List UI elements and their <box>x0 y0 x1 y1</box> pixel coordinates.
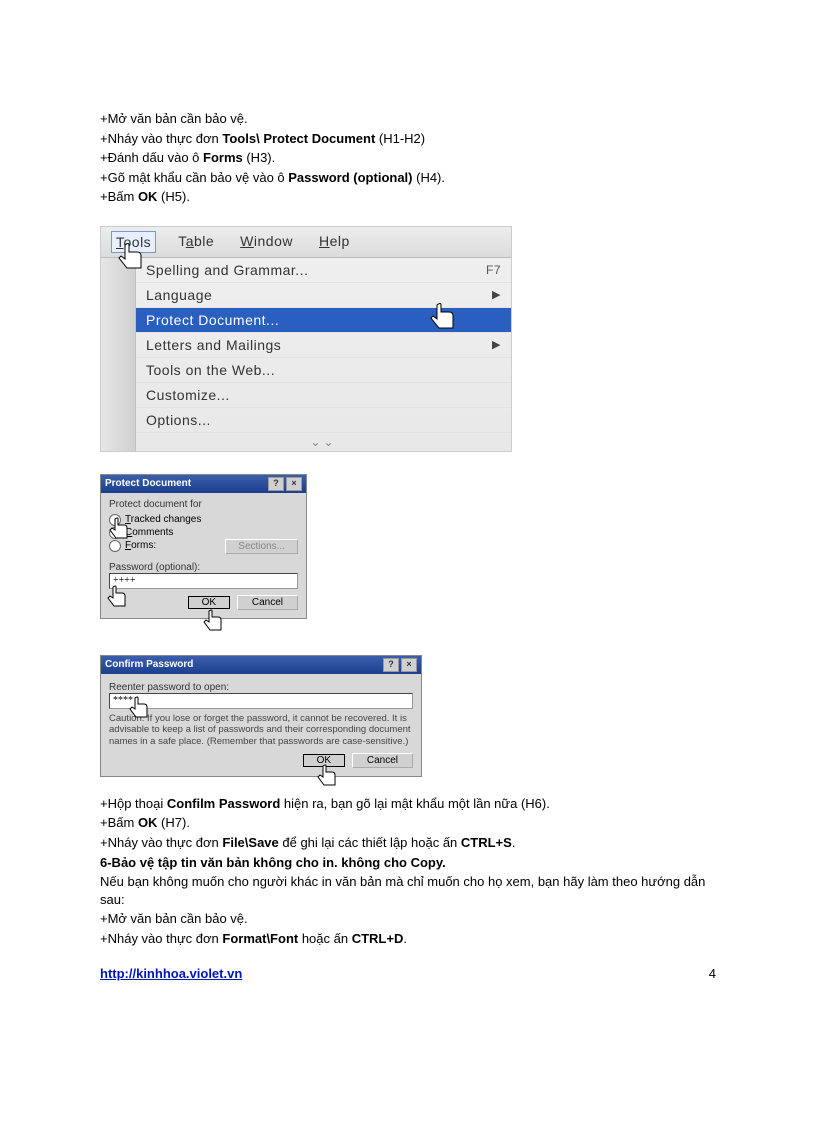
reenter-label: Reenter password to open: <box>109 682 413 693</box>
help-button[interactable]: ? <box>268 477 284 491</box>
help-button[interactable]: ? <box>383 658 399 672</box>
instructions-block-1: +Mở văn bản cần bảo vệ. +Nháy vào thực đ… <box>100 110 716 206</box>
footer-link[interactable]: http://kinhhoa.violet.vn <box>100 966 242 981</box>
menubar-help[interactable]: Help <box>315 231 354 253</box>
sections-button[interactable]: Sections... <box>225 539 298 554</box>
radio-comments[interactable]: Comments <box>109 527 298 539</box>
instr-line3: +Đánh dấu vào ô Forms (H3). <box>100 149 716 167</box>
menu-gutter <box>101 258 136 451</box>
menu-expand-chevron-icon[interactable]: ⌄⌄ <box>136 433 511 451</box>
menubar-tools[interactable]: Tools <box>111 231 156 253</box>
menu-item-customize[interactable]: Customize... <box>136 383 511 408</box>
reenter-password-input[interactable] <box>109 693 413 709</box>
section6-l2: +Mở văn bản cần bảo vệ. <box>100 910 716 928</box>
cancel-button[interactable]: Cancel <box>237 595 298 610</box>
close-button[interactable]: × <box>286 477 302 491</box>
dialog-title: Protect Document <box>105 478 191 489</box>
menu-items: Spelling and Grammar... F7 Language ▶ Pr… <box>136 258 511 451</box>
password-label: Password (optional): <box>109 562 298 573</box>
caution-text: Caution: If you lose or forget the passw… <box>109 713 413 747</box>
instr-line5: +Bấm OK (H5). <box>100 188 716 206</box>
close-button[interactable]: × <box>401 658 417 672</box>
dialog-titlebar: Protect Document ? × <box>101 475 306 493</box>
ok-button[interactable]: OK <box>188 596 230 609</box>
menu-item-letters[interactable]: Letters and Mailings ▶ <box>136 333 511 358</box>
page-footer: http://kinhhoa.violet.vn 4 <box>100 966 716 981</box>
confirm-password-dialog: Confirm Password ? × Reenter password to… <box>100 655 422 777</box>
menu-item-protect-document[interactable]: Protect Document... <box>136 308 511 333</box>
dialog-title: Confirm Password <box>105 659 193 670</box>
instructions-block-2: +Hộp thoại Confilm Password hiện ra, bạn… <box>100 795 716 947</box>
menubar-window[interactable]: Window <box>236 231 297 253</box>
ok-button[interactable]: OK <box>303 754 345 767</box>
password-input[interactable] <box>109 573 298 589</box>
section-6-heading: 6-Bảo vệ tập tin văn bản không cho in. k… <box>100 854 716 872</box>
menubar-table[interactable]: Table <box>174 231 218 253</box>
menu-item-tools-web[interactable]: Tools on the Web... <box>136 358 511 383</box>
section6-l3: +Nháy vào thực đơn Format\Font hoặc ấn C… <box>100 930 716 948</box>
menu-item-options[interactable]: Options... <box>136 408 511 433</box>
page-number: 4 <box>709 966 716 981</box>
submenu-arrow-icon: ▶ <box>492 338 501 351</box>
group-label: Protect document for <box>109 499 298 510</box>
cancel-button[interactable]: Cancel <box>352 753 413 768</box>
instr-line2: +Nháy vào thực đơn Tools\ Protect Docume… <box>100 130 716 148</box>
menu-item-spelling[interactable]: Spelling and Grammar... F7 <box>136 258 511 283</box>
dialog-titlebar: Confirm Password ? × <box>101 656 421 674</box>
radio-tracked-changes[interactable]: Tracked changes <box>109 514 298 526</box>
protect-document-dialog: Protect Document ? × Protect document fo… <box>100 474 307 619</box>
section6-l1: Nếu bạn không muốn cho người khác in văn… <box>100 873 716 908</box>
instr-line1: +Mở văn bản cần bảo vệ. <box>100 110 716 128</box>
menubar: Tools Table Window Help <box>101 227 511 258</box>
instr-line4: +Gõ mật khẩu cần bảo vệ vào ô Password (… <box>100 169 716 187</box>
submenu-arrow-icon: ▶ <box>492 288 501 301</box>
menu-item-language[interactable]: Language ▶ <box>136 283 511 308</box>
tools-menu-figure: Tools Table Window Help Spelling and Gra… <box>100 226 512 452</box>
